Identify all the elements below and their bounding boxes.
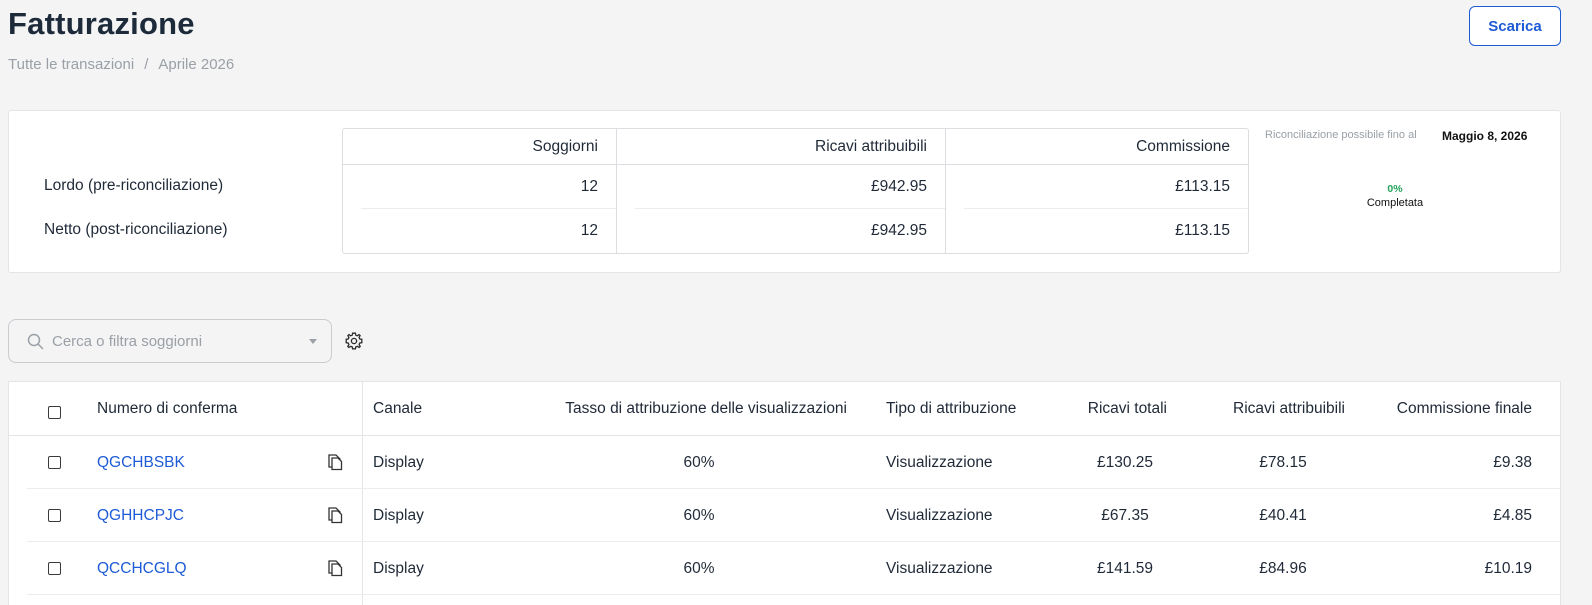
- select-all-checkbox[interactable]: [48, 406, 61, 419]
- rate-cell: 60%: [683, 507, 715, 524]
- total-cell: £67.35: [1101, 507, 1149, 524]
- confirmation-link[interactable]: QGHHCPJC: [97, 489, 184, 542]
- row-checkbox[interactable]: [48, 509, 61, 522]
- search-filter-box[interactable]: [8, 319, 332, 363]
- table-row: QGHHCPJC Display 60% Visualizzazione £67…: [9, 489, 1560, 542]
- attributable-cell: £78.15: [1259, 454, 1307, 471]
- chevron-down-icon[interactable]: [309, 339, 317, 344]
- breadcrumb-all-transactions[interactable]: Tutte le transazioni: [8, 56, 134, 73]
- download-button[interactable]: Scarica: [1469, 6, 1561, 46]
- breadcrumb: Tutte le transazioni / Aprile 2026: [8, 56, 234, 73]
- reconciliation-label: Riconciliazione possibile fino al: [1265, 129, 1417, 141]
- attributable-cell: £84.96: [1259, 560, 1307, 577]
- row-checkbox[interactable]: [48, 562, 61, 575]
- copy-icon[interactable]: [326, 506, 344, 524]
- summary-col-revenue: Ricavi attribuibili £942.95 £942.95: [617, 129, 946, 253]
- type-cell: Visualizzazione: [886, 507, 993, 524]
- column-header-type[interactable]: Tipo di attribuzione: [886, 382, 1016, 436]
- confirmation-link[interactable]: QCCHCGLQ: [97, 542, 187, 595]
- summary-cell: £113.15: [946, 165, 1248, 209]
- channel-cell: Display: [373, 507, 424, 524]
- summary-header-commission: Commissione: [946, 129, 1248, 165]
- column-header-total[interactable]: Ricavi totali: [1039, 382, 1167, 436]
- channel-cell: Display: [373, 560, 424, 577]
- copy-icon[interactable]: [326, 559, 344, 577]
- column-header-confirmation[interactable]: Numero di conferma: [97, 382, 237, 436]
- reconciliation-date: Maggio 8, 2026: [1442, 129, 1528, 143]
- breadcrumb-separator: /: [144, 56, 149, 73]
- summary-header-revenue: Ricavi attribuibili: [617, 129, 945, 165]
- summary-cell: 12: [580, 222, 598, 239]
- summary-cell: £942.95: [617, 165, 945, 209]
- attributable-cell: £40.41: [1259, 507, 1307, 524]
- column-header-channel[interactable]: Canale: [373, 382, 422, 436]
- copy-icon[interactable]: [326, 453, 344, 471]
- column-header-rate[interactable]: Tasso di attribuzione delle visualizzazi…: [529, 382, 847, 436]
- commission-cell: £9.38: [1493, 454, 1532, 471]
- commission-cell: £10.19: [1484, 560, 1532, 577]
- progress-percent: 0%: [1387, 183, 1403, 195]
- table-header: Numero di conferma Canale Tasso di attri…: [9, 382, 1560, 436]
- total-cell: £141.59: [1096, 560, 1154, 577]
- confirmation-link[interactable]: QGCHBSBK: [97, 436, 185, 489]
- summary-col-commission: Commissione £113.15 £113.15: [946, 129, 1248, 253]
- total-cell: £130.25: [1096, 454, 1154, 471]
- commission-cell: £4.85: [1493, 507, 1532, 524]
- rate-cell: 60%: [683, 560, 715, 577]
- stays-table: Numero di conferma Canale Tasso di attri…: [8, 381, 1561, 605]
- progress-label: Completata: [1366, 197, 1424, 209]
- column-header-attributable[interactable]: Ricavi attribuibili: [1189, 382, 1345, 436]
- table-row: QGCHBSBK Display 60% Visualizzazione £13…: [9, 436, 1560, 489]
- rate-cell: 60%: [683, 454, 715, 471]
- page-title: Fatturazione: [8, 6, 195, 41]
- column-header-commission[interactable]: Commissione finale: [1369, 382, 1532, 436]
- summary-card: Lordo (pre-riconciliazione) Netto (post-…: [8, 110, 1561, 273]
- summary-col-stays: Soggiorni 12 12: [343, 129, 617, 253]
- type-cell: Visualizzazione: [886, 454, 993, 471]
- search-input[interactable]: [52, 332, 302, 350]
- summary-row-label-gross: Lordo (pre-riconciliazione): [44, 177, 224, 194]
- summary-table: Soggiorni 12 12 Ricavi attribuibili £942…: [342, 128, 1249, 254]
- channel-cell: Display: [373, 454, 424, 471]
- row-checkbox[interactable]: [48, 456, 61, 469]
- summary-cell: 12: [343, 165, 616, 209]
- type-cell: Visualizzazione: [886, 560, 993, 577]
- summary-row-label-net: Netto (post-riconciliazione): [44, 221, 228, 238]
- breadcrumb-current-month: Aprile 2026: [158, 56, 235, 73]
- summary-header-stays: Soggiorni: [343, 129, 616, 165]
- gear-icon[interactable]: [344, 331, 364, 351]
- summary-cell: £942.95: [870, 222, 927, 239]
- table-row: QCCHCGLQ Display 60% Visualizzazione £14…: [9, 542, 1560, 595]
- search-icon: [27, 333, 44, 349]
- summary-cell: £113.15: [1175, 222, 1230, 239]
